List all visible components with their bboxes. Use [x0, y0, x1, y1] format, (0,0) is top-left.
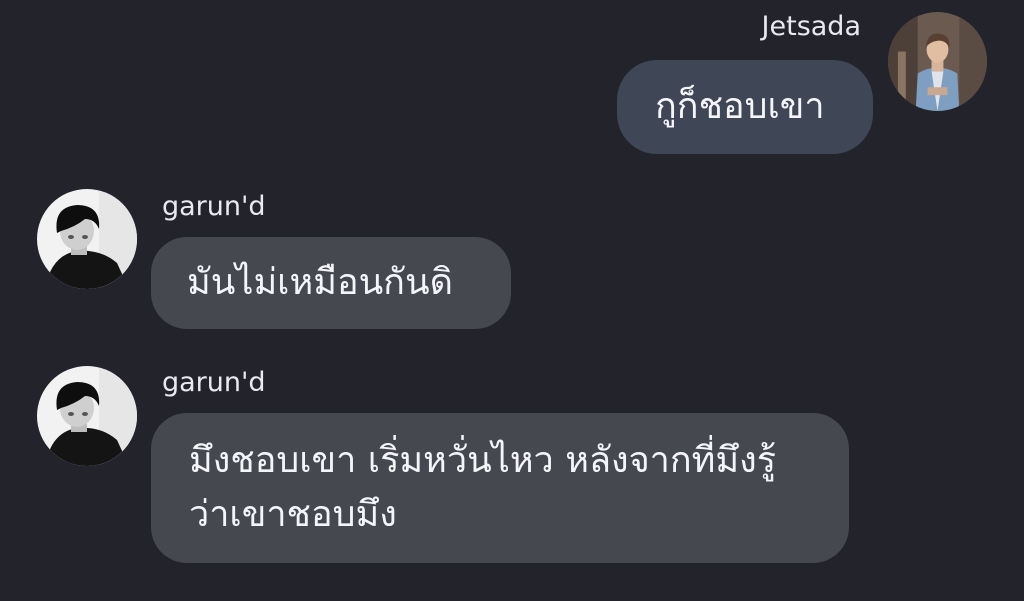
message-bubble-outgoing[interactable]: กูก็ชอบเขา: [617, 60, 873, 154]
person-denim-jacket-avatar: [888, 12, 987, 111]
sender-name: Jetsada: [761, 11, 861, 42]
sender-name: garun'd: [162, 367, 266, 398]
message-text-line: มึงชอบเขา เริ่มหวั่นไหว หลังจากที่มึงรู้: [189, 440, 777, 481]
user-avatar[interactable]: [888, 12, 987, 111]
contact-avatar[interactable]: [37, 189, 137, 289]
person-black-white-avatar: [37, 366, 137, 466]
person-black-white-avatar: [37, 189, 137, 289]
contact-avatar[interactable]: [37, 366, 137, 466]
message-text: มันไม่เหมือนกันดิ: [187, 262, 453, 303]
message-bubble-incoming[interactable]: มันไม่เหมือนกันดิ: [151, 237, 511, 329]
sender-name: garun'd: [162, 191, 266, 222]
message-bubble-incoming[interactable]: มึงชอบเขา เริ่มหวั่นไหว หลังจากที่มึงรู้…: [151, 413, 849, 563]
message-text-line: ว่าเขาชอบมึง: [189, 494, 397, 535]
message-text: กูก็ชอบเขา: [655, 86, 825, 127]
chat-conversation: Jetsada กูก็ชอบเขา garun'd มันไม่เหมือนก…: [0, 0, 1024, 601]
